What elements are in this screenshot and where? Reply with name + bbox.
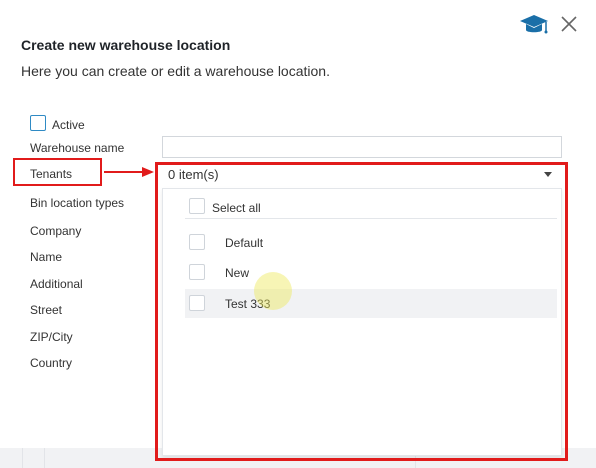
tenant-option-default[interactable]: Default	[185, 228, 557, 257]
country-label: Country	[30, 356, 73, 370]
company-label: Company	[30, 224, 82, 238]
background-divider	[44, 448, 45, 468]
background-divider	[22, 448, 23, 468]
tenants-dropdown-panel: Select all Default New Test 333	[162, 188, 562, 456]
graduation-cap-icon[interactable]	[519, 12, 549, 36]
warehouse-name-input[interactable]	[162, 136, 562, 158]
name-label: Name	[30, 250, 63, 264]
tenant-option-label: New	[225, 266, 250, 280]
tenant-checkbox[interactable]	[189, 264, 205, 280]
tenants-label-annotation	[13, 158, 102, 186]
dialog-subtitle: Here you can create or edit a warehouse …	[21, 63, 330, 79]
select-all-option[interactable]: Select all	[185, 191, 557, 219]
active-label: Active	[52, 118, 85, 132]
page: Create new warehouse location Here you c…	[0, 0, 596, 468]
zip-city-label: ZIP/City	[30, 330, 73, 344]
additional-label: Additional	[30, 277, 83, 291]
select-all-checkbox[interactable]	[189, 198, 205, 214]
bin-location-types-label: Bin location types	[30, 196, 125, 210]
dialog-title: Create new warehouse location	[21, 37, 231, 53]
tenant-checkbox[interactable]	[189, 234, 205, 250]
tenant-option-test-333[interactable]: Test 333	[185, 289, 557, 318]
chevron-down-icon[interactable]	[544, 172, 552, 177]
tenant-option-label: Default	[225, 236, 264, 250]
tenants-selected-value: 0 item(s)	[168, 167, 219, 182]
warehouse-location-dialog: Create new warehouse location Here you c…	[0, 0, 596, 461]
street-label: Street	[30, 303, 63, 317]
warehouse-name-label: Warehouse name	[30, 141, 125, 155]
divider	[185, 218, 557, 219]
arrow-right-icon	[104, 167, 154, 177]
tenant-checkbox[interactable]	[189, 295, 205, 311]
tenant-option-new[interactable]: New	[185, 258, 557, 287]
tenants-select[interactable]: 0 item(s)	[162, 164, 562, 186]
close-icon[interactable]	[559, 14, 579, 34]
active-checkbox[interactable]	[30, 115, 46, 131]
tenant-option-label: Test 333	[225, 297, 271, 311]
select-all-label: Select all	[212, 201, 261, 215]
